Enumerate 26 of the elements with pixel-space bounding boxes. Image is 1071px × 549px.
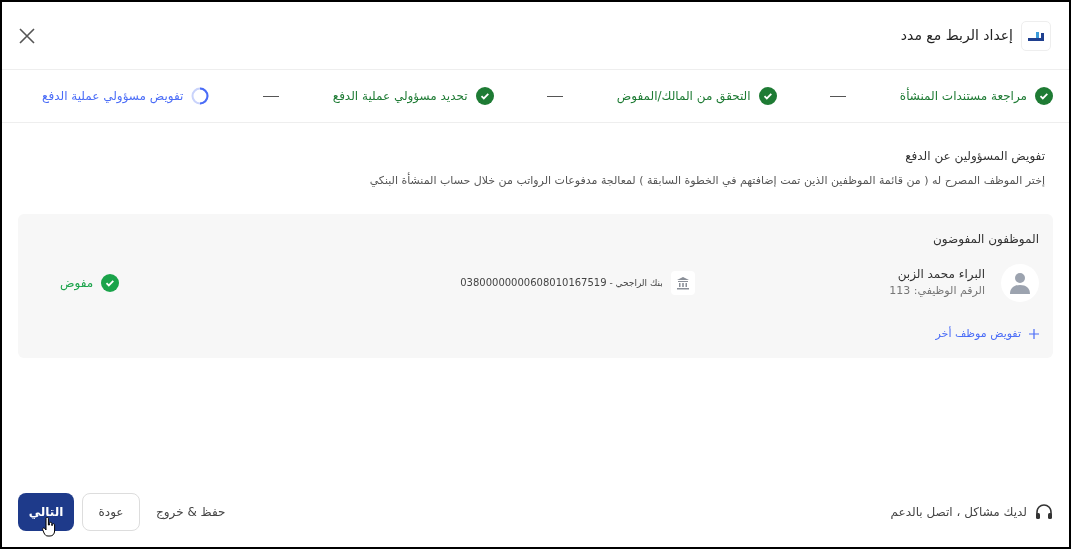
check-icon <box>1035 87 1053 105</box>
back-button[interactable]: عودة <box>82 493 140 531</box>
step-label: مراجعة مستندات المنشأة <box>899 87 1027 105</box>
headset-icon <box>1035 504 1053 520</box>
check-icon <box>758 87 777 105</box>
avatar-icon <box>1001 263 1039 302</box>
section-title: تفويض المسؤولين عن الدفع <box>904 148 1045 165</box>
panel-title: الموظفون المفوضون <box>932 230 1039 248</box>
save-exit-link[interactable]: حفظ & خروج <box>156 503 226 521</box>
step-label: التحقق من المالك/المفوض <box>616 88 751 105</box>
plus-icon <box>1029 328 1039 339</box>
next-button[interactable]: التالي <box>18 493 74 531</box>
spinner-icon <box>191 87 210 105</box>
employee-id: الرقم الوظيفي: 113 <box>889 283 985 300</box>
dialog-title: إعداد الربط مع مدد <box>900 26 1013 46</box>
section-description: إختر الموظف المصرح له ( من قائمة الموظفين الذين تمت إضافتهم في الخطوة السابقة ) لمعالجة مدفوعات الرواتب من خلال حساب المنشأة البنكي <box>368 173 1045 189</box>
add-employee-link[interactable]: تفويض موظف أخر <box>935 325 1039 342</box>
step-label: تحديد مسؤولي عملية الدفع <box>332 88 468 105</box>
employee-name: البراء محمد الزبن <box>896 266 985 284</box>
bank-icon <box>670 270 695 295</box>
step-label: تفويض مسؤولي عملية الدفع <box>42 88 184 105</box>
status-text: مفوض <box>60 274 94 292</box>
support-text: لديك مشاكل ، اتصل بالدعم <box>890 504 1027 521</box>
check-icon <box>475 87 494 105</box>
logo-icon <box>1021 20 1051 51</box>
hand-cursor-icon <box>42 517 56 537</box>
